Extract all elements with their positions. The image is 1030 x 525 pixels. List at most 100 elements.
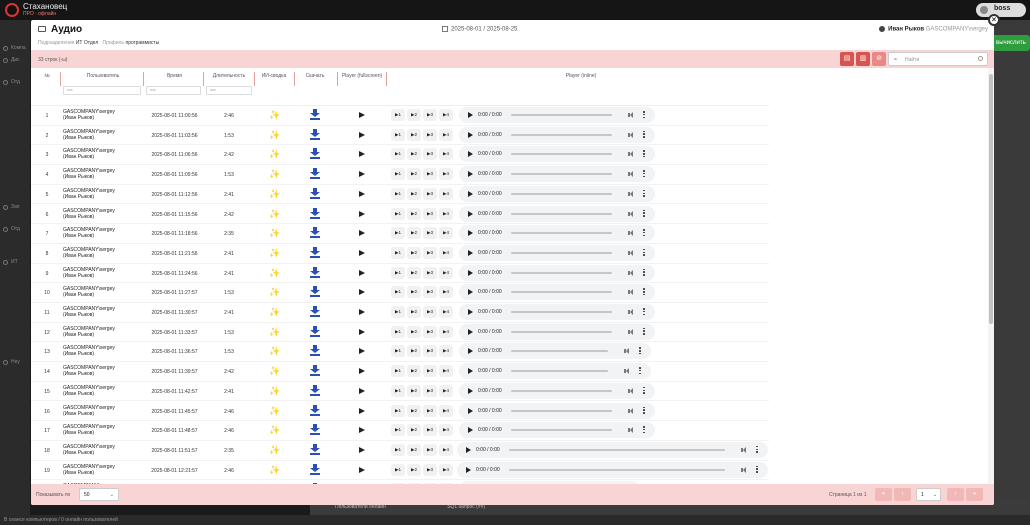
sidebar-item-label[interactable]: Отд [11, 226, 20, 232]
download-icon[interactable] [310, 207, 320, 219]
download-icon[interactable] [310, 246, 320, 258]
play-icon[interactable] [468, 328, 473, 335]
audio-progress-slider[interactable] [511, 153, 612, 156]
speed-3-button[interactable]: ▶3 [423, 148, 437, 161]
play-icon[interactable] [468, 289, 473, 296]
speed-4-button[interactable]: ▶4 [439, 109, 453, 121]
volume-icon[interactable] [741, 446, 747, 453]
inline-audio-player[interactable]: 0:00 / 0:00 [459, 107, 655, 123]
speed-3-button[interactable]: ▶3 [423, 384, 437, 397]
speed-3-button[interactable]: ▶3 [423, 345, 437, 358]
filter-user-input[interactable]: == [63, 86, 141, 95]
speed-2-button[interactable]: ▶2 [407, 246, 421, 259]
inline-audio-player[interactable]: 0:00 / 0:00 [459, 402, 655, 419]
sidebar-item-icon[interactable] [3, 46, 8, 51]
ai-sparkle-icon[interactable]: ✨ [269, 307, 280, 317]
more-options-icon[interactable] [756, 445, 758, 454]
download-icon[interactable] [310, 384, 320, 396]
download-icon[interactable] [310, 463, 320, 475]
play-fullscreen-icon[interactable] [359, 230, 365, 237]
play-icon[interactable] [468, 309, 473, 315]
audio-progress-slider[interactable] [511, 192, 612, 195]
sidebar-item-label[interactable]: ИТ [11, 259, 18, 265]
speed-3-button[interactable]: ▶3 [423, 207, 437, 220]
play-icon[interactable] [468, 368, 473, 375]
ai-sparkle-icon[interactable]: ✨ [269, 149, 280, 159]
volume-icon[interactable] [628, 151, 634, 158]
ai-sparkle-icon[interactable]: ✨ [269, 189, 280, 199]
audio-progress-slider[interactable] [511, 251, 612, 254]
play-icon[interactable] [468, 190, 473, 197]
speed-1-button[interactable]: ▶1 [391, 443, 405, 456]
speed-4-button[interactable]: ▶4 [439, 187, 453, 200]
more-options-icon[interactable] [643, 386, 645, 395]
volume-icon[interactable] [628, 387, 634, 394]
download-icon[interactable] [310, 325, 320, 337]
col-player-fs-header[interactable]: Player (fullscreen) [341, 73, 383, 79]
speed-3-button[interactable]: ▶3 [423, 266, 437, 279]
play-fullscreen-icon[interactable] [359, 131, 365, 138]
sidebar-item-icon[interactable] [3, 58, 8, 63]
speed-3-button[interactable]: ▶3 [423, 128, 437, 141]
volume-icon[interactable] [628, 328, 634, 335]
table-row[interactable]: 1 GASCOMPANY\sergey (Иван Рыков) 2025-08-01… [31, 106, 769, 126]
play-icon[interactable] [466, 446, 471, 453]
speed-4-button[interactable]: ▶4 [439, 227, 453, 240]
audio-progress-slider[interactable] [511, 409, 612, 412]
speed-4-button[interactable]: ▶4 [439, 266, 453, 279]
speed-4-button[interactable]: ▶4 [439, 384, 453, 397]
play-icon[interactable] [468, 210, 473, 217]
ai-sparkle-icon[interactable]: ✨ [269, 110, 280, 120]
play-icon[interactable] [468, 269, 473, 276]
table-row[interactable]: 10 GASCOMPANY\sergey (Иван Рыков) 2025-08-0… [31, 283, 769, 303]
more-options-icon[interactable] [643, 327, 645, 336]
play-fullscreen-icon[interactable] [359, 112, 365, 118]
speed-3-button[interactable]: ▶3 [423, 306, 437, 318]
speed-2-button[interactable]: ▶2 [407, 227, 421, 240]
speed-2-button[interactable]: ▶2 [407, 404, 421, 417]
table-row[interactable]: 16 GASCOMPANY\sergey (Иван Рыков) 2025-08-0… [31, 402, 769, 422]
speed-1-button[interactable]: ▶1 [391, 168, 405, 181]
speed-2-button[interactable]: ▶2 [407, 463, 421, 476]
ai-sparkle-icon[interactable]: ✨ [269, 445, 280, 455]
sidebar-item-label[interactable]: Неу [11, 359, 20, 365]
table-scrollbar[interactable] [988, 68, 994, 484]
download-icon[interactable] [310, 404, 320, 416]
audio-progress-slider[interactable] [511, 389, 612, 392]
speed-1-button[interactable]: ▶1 [391, 148, 405, 161]
play-fullscreen-icon[interactable] [359, 387, 365, 394]
inline-audio-player[interactable]: 0:00 / 0:00 [459, 166, 655, 183]
speed-3-button[interactable]: ▶3 [423, 365, 437, 378]
speed-1-button[interactable]: ▶1 [391, 424, 405, 437]
speed-4-button[interactable]: ▶4 [439, 207, 453, 220]
speed-1-button[interactable]: ▶1 [391, 227, 405, 240]
speed-4-button[interactable]: ▶4 [439, 325, 453, 338]
next-page-button[interactable]: › [947, 488, 964, 501]
inline-audio-player[interactable]: 0:00 / 0:00 [459, 244, 655, 261]
table-row[interactable]: 12 GASCOMPANY\sergey (Иван Рыков) 2025-08-0… [31, 323, 769, 343]
ai-sparkle-icon[interactable]: ✨ [269, 209, 280, 219]
col-download-header[interactable]: Скачать [297, 73, 333, 79]
play-fullscreen-icon[interactable] [359, 466, 365, 473]
last-page-button[interactable]: » [966, 488, 983, 501]
speed-4-button[interactable]: ▶4 [439, 404, 453, 417]
inline-audio-player[interactable]: 0:00 / 0:00 [457, 441, 768, 458]
speed-2-button[interactable]: ▶2 [407, 187, 421, 200]
speed-4-button[interactable]: ▶4 [439, 246, 453, 259]
more-options-icon[interactable] [756, 465, 758, 474]
audio-progress-slider[interactable] [511, 232, 612, 235]
table-row[interactable]: 3 GASCOMPANY\sergey (Иван Рыков) 2025-08-01… [31, 145, 769, 166]
col-user-header[interactable]: Пользователь [63, 73, 143, 79]
scrollbar-thumb[interactable] [989, 74, 993, 324]
download-icon[interactable] [310, 286, 320, 298]
speed-3-button[interactable]: ▶3 [423, 404, 437, 417]
play-icon[interactable] [468, 171, 473, 178]
speed-1-button[interactable]: ▶1 [391, 109, 405, 121]
crumb-profile-label[interactable]: Профиль [103, 40, 125, 46]
speed-2-button[interactable]: ▶2 [407, 109, 421, 121]
audio-progress-slider[interactable] [511, 212, 612, 215]
volume-icon[interactable] [628, 407, 634, 414]
speed-3-button[interactable]: ▶3 [423, 109, 437, 121]
speed-3-button[interactable]: ▶3 [423, 286, 437, 299]
more-options-icon[interactable] [643, 111, 645, 119]
